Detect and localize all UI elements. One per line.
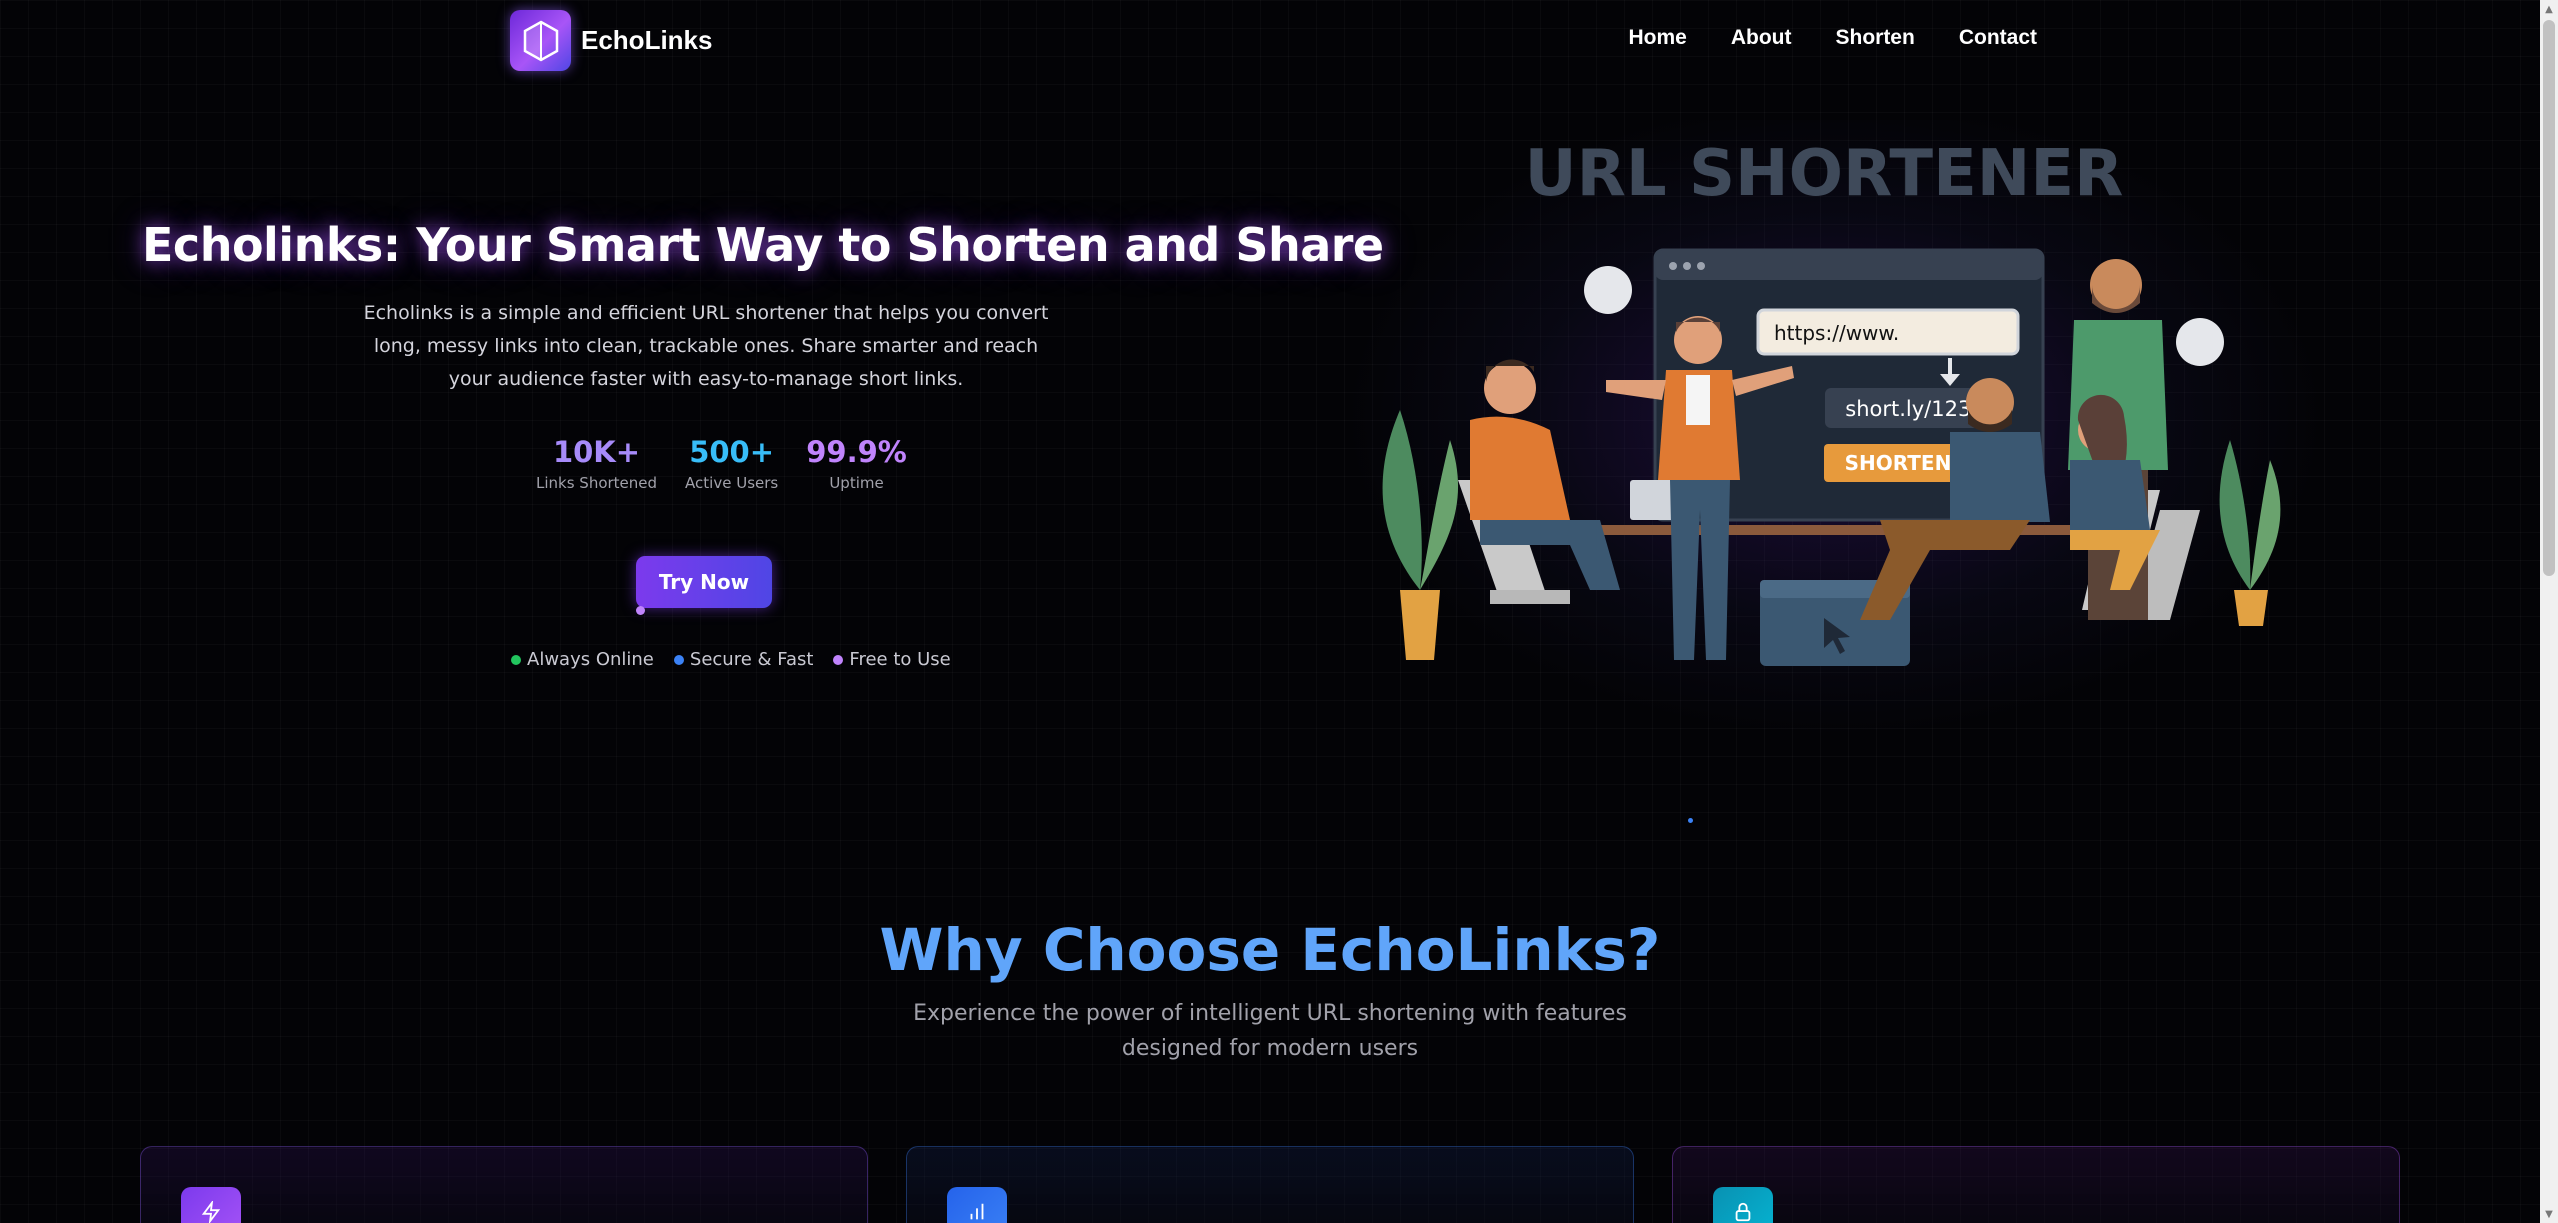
- decorative-dot: [1688, 818, 1693, 823]
- status-dot-icon: [833, 654, 844, 665]
- nav-link-contact[interactable]: Contact: [1959, 26, 2037, 50]
- feature-free: Free to Use: [833, 649, 951, 670]
- stat-label: Uptime: [829, 474, 884, 492]
- nav-link-shorten[interactable]: Shorten: [1835, 26, 1914, 50]
- plant-left-graphic: [1382, 410, 1459, 660]
- scroll-up-arrow-icon[interactable]: ▲: [2540, 0, 2558, 18]
- feature-label: Always Online: [527, 649, 654, 670]
- section-subtitle: Experience the power of intelligent URL …: [913, 1001, 1627, 1061]
- scrollbar-thumb[interactable]: [2543, 20, 2555, 576]
- scroll-down-arrow-icon[interactable]: ▼: [2540, 1205, 2558, 1223]
- nav-link-home[interactable]: Home: [1628, 26, 1686, 50]
- feature-label: Secure & Fast: [689, 649, 814, 670]
- feature-always-online: Always Online: [511, 649, 654, 670]
- nav-link-about[interactable]: About: [1731, 26, 1792, 50]
- bar-chart-icon: [947, 1187, 1007, 1223]
- feature-card: [906, 1146, 1634, 1223]
- stat-label: Links Shortened: [536, 474, 658, 492]
- stat-value: 99.9%: [806, 435, 907, 469]
- nav-links: Home About Shorten Contact: [1628, 26, 2037, 50]
- logo-icon: [510, 10, 571, 71]
- lightning-icon: [181, 1187, 241, 1223]
- feature-secure-fast: Secure & Fast: [673, 649, 814, 670]
- vertical-scrollbar[interactable]: ▲ ▼: [2540, 0, 2558, 1223]
- hero-illustration: URL SHORTENER https://www. short.ly/1234…: [1340, 120, 2330, 740]
- illustration-heading: URL SHORTENER: [1525, 137, 2124, 211]
- brand[interactable]: EchoLinks: [510, 10, 712, 71]
- feature-badges: Always Online Secure & Fast Free to Use: [511, 649, 951, 670]
- hero-title: Echolinks: Your Smart Way to Shorten and…: [142, 218, 1384, 272]
- decorative-dot: [636, 606, 645, 615]
- stat-value: 500+: [689, 435, 775, 469]
- plant-right-graphic: [2219, 440, 2281, 626]
- page: EchoLinks Home About Shorten Contact Ech…: [0, 0, 2540, 1223]
- feature-card: [1672, 1146, 2400, 1223]
- stat-label: Active Users: [685, 474, 779, 492]
- stats: 10K+ Links Shortened 500+ Active Users 9…: [536, 434, 907, 492]
- stat-links-shortened: 10K+ Links Shortened: [536, 434, 657, 492]
- speech-bubble-icon: [1584, 266, 1632, 314]
- illustration-long-url: https://www.: [1774, 321, 1899, 345]
- feature-card: [140, 1146, 868, 1223]
- illustration-short-url: short.ly/1234: [1845, 397, 1984, 421]
- status-dot-icon: [673, 654, 684, 665]
- stat-active-users: 500+ Active Users: [685, 434, 778, 492]
- speech-bubble-icon: [2176, 318, 2224, 366]
- section-title: Why Choose EchoLinks?: [879, 916, 1661, 984]
- status-dot-icon: [511, 654, 521, 665]
- try-now-button[interactable]: Try Now: [636, 556, 772, 608]
- illustration-shorten-button: SHORTEN: [1845, 451, 1952, 475]
- lock-icon: [1713, 1187, 1773, 1223]
- hero-description: Echolinks is a simple and efficient URL …: [363, 302, 1049, 390]
- feature-label: Free to Use: [849, 649, 951, 670]
- brand-name: EchoLinks: [581, 25, 713, 55]
- navbar: EchoLinks Home About Shorten Contact: [0, 0, 2540, 80]
- stat-value: 10K+: [552, 435, 641, 469]
- stat-uptime: 99.9% Uptime: [806, 434, 907, 492]
